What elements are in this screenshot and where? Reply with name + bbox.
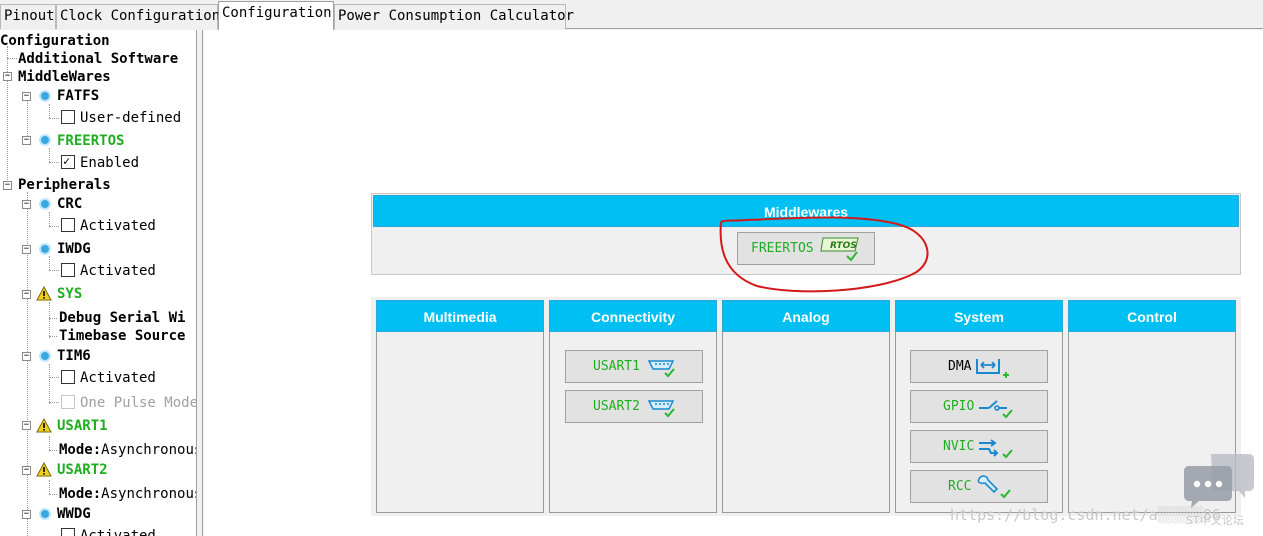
gear-icon [39, 90, 51, 102]
gpio-switch-icon [979, 400, 1013, 419]
connectivity-column: Connectivity USART1 USART2 [549, 300, 717, 513]
gpio-button-label: GPIO [943, 399, 975, 414]
crc-activated-label: Activated [80, 218, 156, 234]
sys-timebase-source[interactable]: Timebase Source [59, 327, 185, 345]
usart1-mode-value: Asynchronous [101, 442, 197, 458]
collapse-icon[interactable]: − [3, 181, 12, 190]
fatfs-user-defined-label: User-defined [80, 110, 182, 126]
nvic-button[interactable]: NVIC [910, 430, 1048, 463]
warning-icon [36, 286, 52, 301]
collapse-icon[interactable]: − [22, 245, 31, 254]
dma-button[interactable]: DMA [910, 350, 1048, 383]
freertos-enabled-checkbox[interactable]: ✓ [61, 154, 75, 169]
tree-usart1[interactable]: USART1 [57, 417, 108, 435]
tree-fatfs[interactable]: FATFS [57, 87, 99, 105]
sys-debug-serial-wire[interactable]: Debug Serial Wi [59, 309, 185, 327]
tree-wwdg[interactable]: WWDG [57, 505, 91, 523]
connectivity-header: Connectivity [549, 300, 717, 332]
collapse-icon[interactable]: − [22, 200, 31, 209]
freertos-enabled-label: Enabled [80, 155, 140, 171]
usart2-button[interactable]: USART2 [565, 390, 703, 423]
multimedia-header: Multimedia [376, 300, 544, 332]
wrench-icon [977, 475, 1011, 499]
tree-crc[interactable]: CRC [57, 195, 82, 213]
configuration-tree: Configuration Additional Software − Midd… [0, 30, 197, 536]
collapse-icon[interactable]: − [3, 72, 12, 81]
tree-iwdg[interactable]: IWDG [57, 240, 91, 258]
collapse-icon[interactable]: − [22, 92, 31, 101]
watermark-site: ST中文论坛 [1186, 514, 1244, 527]
fatfs-user-defined-checkbox[interactable] [61, 110, 75, 124]
collapse-icon[interactable]: − [22, 136, 31, 145]
annotation-ellipse [719, 216, 929, 293]
gear-icon [39, 198, 51, 210]
tab-configuration[interactable]: Configuration [218, 1, 334, 30]
gear-icon [39, 508, 51, 520]
analog-header: Analog [722, 300, 890, 332]
usart2-mode-value: Asynchronous [101, 486, 197, 502]
chat-bubble-icon[interactable] [1183, 452, 1255, 510]
warning-icon [36, 462, 52, 477]
usart2-mode[interactable]: Mode:Asynchronous [59, 485, 197, 503]
tab-clock-configuration[interactable]: Clock Configuration [56, 4, 220, 29]
iwdg-activated-checkbox[interactable] [61, 263, 75, 277]
tim6-one-pulse-mode-label: One Pulse Mode [80, 395, 197, 411]
tim6-activated-checkbox[interactable] [61, 370, 75, 384]
serial-port-icon [647, 400, 675, 418]
tab-power-consumption-calculator[interactable]: Power Consumption Calculator [334, 4, 574, 29]
tim6-activated-label: Activated [80, 370, 156, 386]
tree-peripherals[interactable]: Peripherals [18, 176, 111, 194]
tree-freertos[interactable]: FREERTOS [57, 132, 124, 150]
tree-sys[interactable]: SYS [57, 285, 82, 303]
watermark-url: https://blog.csdn.net/a▒▒▒▒▒86 [950, 506, 1221, 524]
wwdg-activated-label: Activated [80, 528, 156, 536]
gear-icon [39, 134, 51, 146]
tree-root-configuration[interactable]: Configuration [0, 32, 110, 50]
collapse-icon[interactable]: − [22, 466, 31, 475]
usart1-button[interactable]: USART1 [565, 350, 703, 383]
usart2-mode-label: Mode: [59, 486, 102, 502]
tree-middlewares[interactable]: MiddleWares [18, 68, 111, 86]
multimedia-column: Multimedia [376, 300, 544, 513]
usart2-button-label: USART2 [593, 399, 640, 414]
rcc-button[interactable]: RCC [910, 470, 1048, 503]
tree-additional-software[interactable]: Additional Software [18, 50, 178, 68]
checkmark-icon: ✓ [63, 154, 71, 168]
collapse-icon[interactable]: − [22, 290, 31, 299]
collapse-icon[interactable]: − [22, 421, 31, 430]
tree-usart2[interactable]: USART2 [57, 461, 108, 479]
gear-icon [39, 350, 51, 362]
serial-port-icon [647, 360, 675, 378]
rcc-button-label: RCC [948, 479, 972, 494]
analog-column: Analog [722, 300, 890, 513]
system-column: System DMA GPIO NVIC RCC [895, 300, 1063, 513]
dma-button-label: DMA [948, 359, 972, 374]
tab-bar: Pinout Clock Configuration Configuration… [0, 0, 1263, 30]
tree-tim6[interactable]: TIM6 [57, 347, 91, 365]
system-header: System [895, 300, 1063, 332]
warning-icon [36, 418, 52, 433]
control-header: Control [1068, 300, 1236, 332]
usart1-button-label: USART1 [593, 359, 640, 374]
dma-icon [976, 359, 1009, 378]
categories-panel: Multimedia Connectivity USART1 USART2 An… [371, 297, 1241, 516]
watermark-url-text: https://blog.csdn.net/a [950, 506, 1158, 524]
nvic-button-label: NVIC [943, 439, 975, 454]
iwdg-activated-label: Activated [80, 263, 156, 279]
gpio-button[interactable]: GPIO [910, 390, 1048, 423]
crc-activated-checkbox[interactable] [61, 218, 75, 232]
collapse-icon[interactable]: − [22, 352, 31, 361]
wwdg-activated-checkbox[interactable] [61, 528, 75, 536]
usart1-mode[interactable]: Mode:Asynchronous [59, 441, 197, 459]
usart1-mode-label: Mode: [59, 442, 102, 458]
panel-splitter[interactable] [197, 30, 203, 536]
nvic-interrupt-icon [979, 439, 1013, 459]
gear-icon [39, 243, 51, 255]
collapse-icon[interactable]: − [22, 510, 31, 519]
tim6-one-pulse-mode-checkbox[interactable] [61, 395, 75, 409]
tab-pinout[interactable]: Pinout [0, 4, 56, 29]
